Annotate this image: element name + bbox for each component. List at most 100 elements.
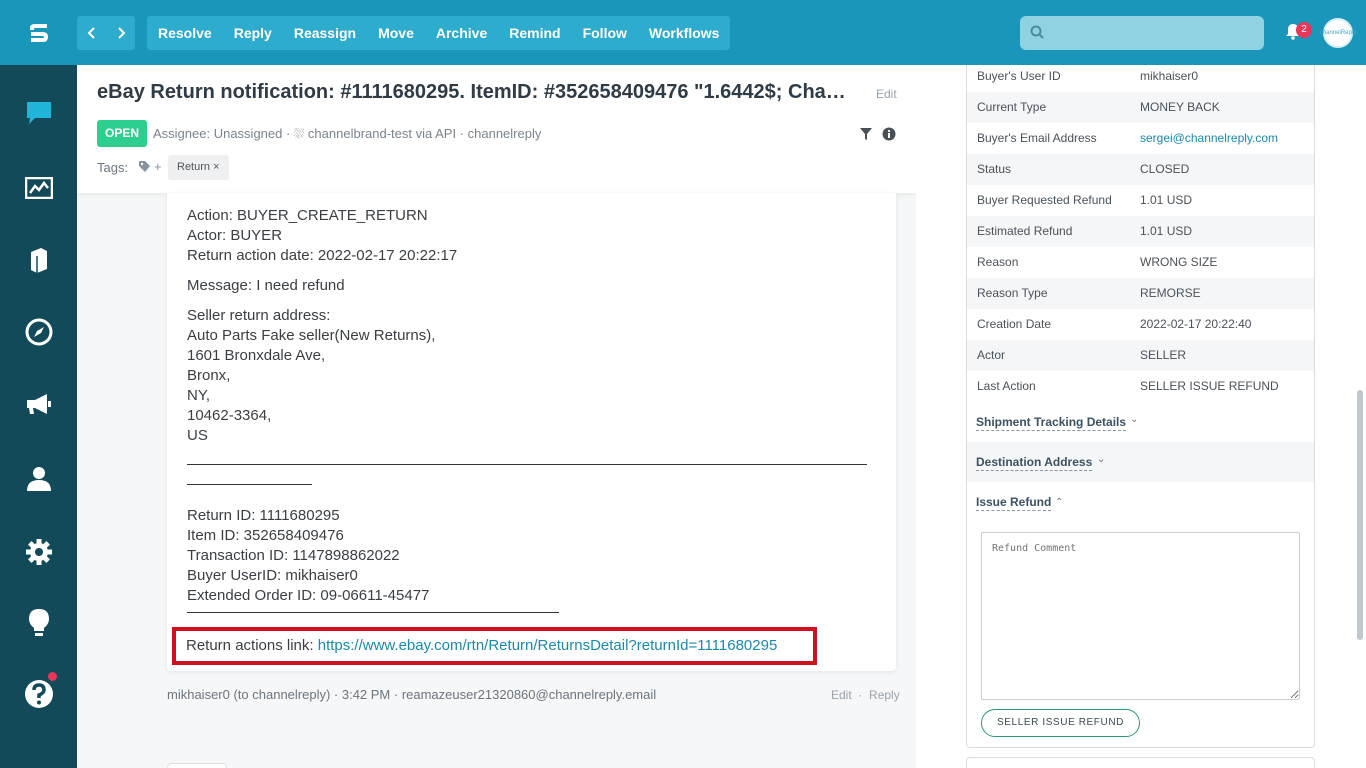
tags-label: Tags: — [97, 160, 128, 175]
chevron-up-icon: ⌃ — [1055, 497, 1063, 508]
detail-key: Current Type — [977, 92, 1046, 123]
detail-value: SELLER ISSUE REFUND — [1140, 371, 1279, 402]
message-line: Extended Order ID: 09-06611-45477 — [187, 587, 429, 604]
filter-icon[interactable] — [859, 127, 873, 141]
issue-refund-label[interactable]: Issue Refund — [976, 495, 1051, 511]
message-body: Action: BUYER_CREATE_RETURN Actor: BUYER… — [187, 206, 887, 613]
next-message-card — [167, 763, 227, 768]
chevron-down-icon: ⌄ — [1130, 414, 1138, 425]
sidebar-item-contacts[interactable] — [0, 458, 77, 498]
reassign-button[interactable]: Reassign — [283, 16, 367, 50]
workflows-button[interactable]: Workflows — [638, 16, 731, 50]
reply-button[interactable]: Reply — [223, 16, 283, 50]
conversation-header: eBay Return notification: #1111680295. I… — [77, 65, 916, 193]
search-icon — [1030, 25, 1044, 39]
detail-row: Last ActionSELLER ISSUE REFUND — [967, 371, 1314, 402]
status-badge[interactable]: OPEN — [97, 120, 147, 147]
sidebar-item-help[interactable] — [0, 674, 77, 714]
detail-value: MONEY BACK — [1140, 92, 1220, 123]
detail-row: Status CLOSED — [967, 154, 1314, 185]
message-line: US — [187, 427, 208, 444]
chevron-left-icon — [87, 27, 97, 39]
lightbulb-icon — [27, 608, 51, 638]
sidebar-item-campaigns[interactable] — [0, 384, 77, 424]
avatar[interactable]: channelReply — [1323, 18, 1353, 48]
detail-value: WRONG SIZE — [1140, 247, 1217, 278]
message-line: 1601 Bronxdale Ave, — [187, 347, 325, 364]
shipment-tracking-section[interactable]: Shipment Tracking Details ⌄ — [967, 402, 1314, 442]
detail-value: SELLER — [1140, 340, 1186, 371]
detail-row: Buyer's Email Address sergei@channelreply… — [967, 123, 1314, 154]
info-icon[interactable] — [882, 127, 896, 141]
message-line: NY, — [187, 387, 210, 404]
sidebar-item-knowledge-base[interactable] — [0, 240, 77, 280]
detail-key: Buyer's Email Address — [977, 123, 1097, 154]
detail-row: Current Type MONEY BACK — [967, 92, 1314, 123]
detail-value: mikhaiser0 — [1140, 65, 1198, 92]
message-line: Item ID: 352658409476 — [187, 527, 344, 544]
shipment-tracking-label[interactable]: Shipment Tracking Details — [976, 415, 1126, 431]
seller-issue-refund-button[interactable]: SELLER ISSUE REFUND — [981, 709, 1140, 737]
detail-row: Reason TypeREMORSE — [967, 278, 1314, 309]
help-icon — [24, 679, 54, 709]
refund-comment-field[interactable] — [981, 532, 1300, 700]
chevron-right-icon — [116, 27, 126, 39]
notification-badge: 2 — [1296, 22, 1312, 38]
sidebar-item-reports[interactable] — [0, 168, 77, 208]
scrollbar[interactable] — [1357, 390, 1363, 640]
message-card: Action: BUYER_CREATE_RETURN Actor: BUYER… — [167, 193, 896, 671]
next-conversation-button[interactable] — [106, 16, 135, 50]
edit-subject-link[interactable]: Edit — [876, 87, 897, 101]
message-line: Bronx, — [187, 367, 230, 384]
message-line: 10462-3364, — [187, 407, 271, 424]
message-line: Return ID: 1111680295 — [187, 507, 340, 524]
detail-key: Status — [977, 154, 1011, 185]
top-bar: Resolve Reply Reassign Move Archive Remi… — [0, 0, 1366, 65]
divider — [187, 484, 312, 485]
edit-message-link[interactable]: Edit — [831, 688, 852, 702]
add-tag-button[interactable]: + — [138, 159, 162, 174]
return-actions-label: Return actions link: — [186, 637, 318, 654]
chat-icon — [25, 100, 53, 126]
detail-row: Creation Date2022-02-17 20:22:40 — [967, 309, 1314, 340]
destination-address-label[interactable]: Destination Address — [976, 455, 1092, 471]
message-line: Seller return address: — [187, 307, 330, 324]
message-line: Action: BUYER_CREATE_RETURN — [187, 207, 428, 224]
app-logo[interactable] — [0, 0, 77, 65]
next-card — [966, 757, 1315, 768]
details-panel: Buyer's User ID mikhaiser0 Current Type MON… — [916, 65, 1366, 768]
detail-key: Reason — [977, 247, 1018, 278]
sidebar-item-ideas[interactable] — [0, 603, 77, 643]
move-button[interactable]: Move — [367, 16, 425, 50]
add-tag-plus: + — [154, 159, 162, 174]
follow-button[interactable]: Follow — [572, 16, 638, 50]
message-meta: mikhaiser0 (to channelreply) · 3:42 PM ·… — [167, 687, 656, 702]
remind-button[interactable]: Remind — [498, 16, 571, 50]
detail-key: Buyer Requested Refund — [977, 185, 1112, 216]
message-actions: Edit · Reply — [831, 688, 900, 702]
page-title: eBay Return notification: #1111680295. I… — [97, 81, 857, 104]
return-actions-link-highlight: Return actions link: https://www.ebay.co… — [172, 627, 817, 665]
sidebar-item-conversations[interactable] — [0, 93, 77, 133]
detail-row: Buyer's User ID mikhaiser0 — [967, 65, 1314, 92]
archive-button[interactable]: Archive — [425, 16, 498, 50]
message-line: Auto Parts Fake seller(New Returns), — [187, 327, 435, 344]
detail-key: Creation Date — [977, 309, 1051, 340]
sidebar-item-settings[interactable] — [0, 532, 77, 572]
tag-chip-return[interactable]: Return × — [168, 155, 229, 180]
sidebar-item-explore[interactable] — [0, 312, 77, 352]
resolve-button[interactable]: Resolve — [147, 16, 223, 50]
detail-key: Reason Type — [977, 278, 1048, 309]
conversation-panel: eBay Return notification: #1111680295. I… — [77, 65, 916, 768]
detail-row: Estimated Refund1.01 USD — [967, 216, 1314, 247]
reply-message-link[interactable]: Reply — [869, 688, 900, 702]
previous-conversation-button[interactable] — [77, 16, 106, 50]
detail-value[interactable]: sergei@channelreply.com — [1140, 123, 1278, 154]
detail-key: Buyer's User ID — [977, 65, 1061, 92]
search-input[interactable] — [1020, 16, 1264, 50]
message-line: Transaction ID: 1147898862022 — [187, 547, 400, 564]
return-actions-link[interactable]: https://www.ebay.com/rtn/Return/ReturnsD… — [318, 637, 778, 654]
issue-refund-section[interactable]: Issue Refund ⌃ — [967, 482, 1314, 522]
detail-value: CLOSED — [1140, 154, 1189, 185]
destination-address-section[interactable]: Destination Address ⌄ — [967, 442, 1314, 482]
